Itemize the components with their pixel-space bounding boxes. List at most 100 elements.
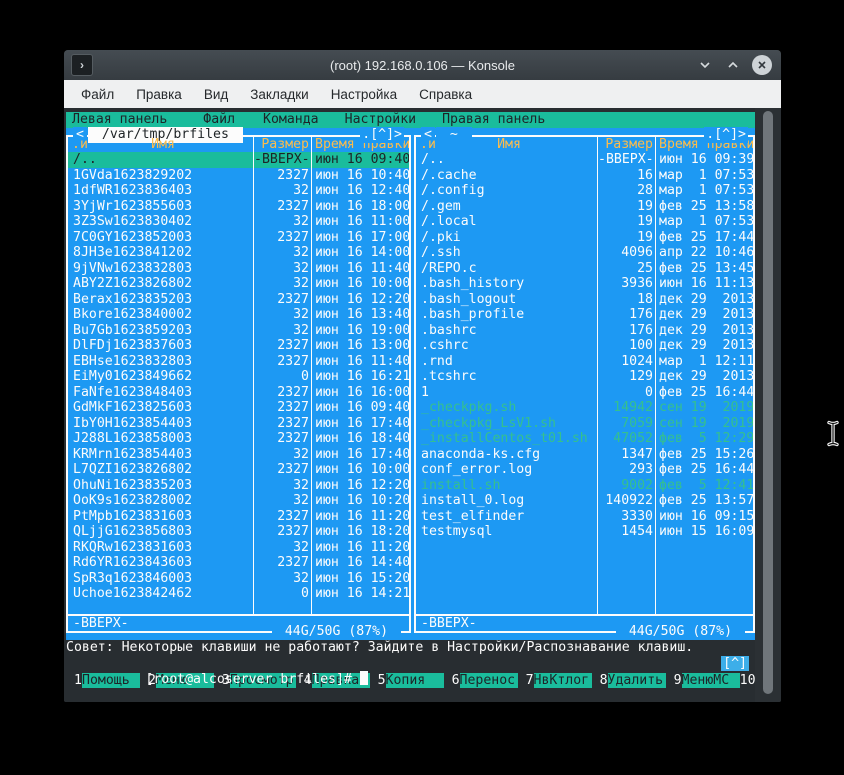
file-row[interactable]: /REPO.c25фев 25 13:45 [416,261,753,277]
file-name: .cshrc [416,338,597,354]
file-name: Rd6YR1623843603 [68,555,253,571]
scrollbar[interactable] [755,108,781,702]
file-row[interactable]: OoK9s162382800232июн 16 10:20 [68,493,409,509]
file-row[interactable]: .rnd1024мар 1 12:11 [416,354,753,370]
file-row[interactable]: J288L16238580032327июн 16 18:40 [68,431,409,447]
file-row[interactable]: Rd6YR16238436032327июн 16 14:40 [68,555,409,571]
command-line[interactable]: [root@alcoserver brfiles]# [^] [66,656,755,672]
file-row[interactable]: PtMpb16238316032327июн 16 11:20 [68,509,409,525]
scroll-up-indicator[interactable]: [^] [721,656,749,672]
file-row[interactable]: Bkore162384000232июн 16 13:40 [68,307,409,323]
function-key-9[interactable]: 9МенюМС [666,672,740,689]
function-key-8[interactable]: 8Удалить [592,672,666,689]
file-row[interactable]: .cshrc100дек 29 2013 [416,338,753,354]
file-row[interactable]: /.ssh4096апр 22 10:46 [416,245,753,261]
file-name: install_0.log [416,493,597,509]
titlebar[interactable]: › (root) 192.168.0.106 — Konsole [64,50,781,80]
file-name: Uchoe1623842462 [68,586,253,602]
file-row[interactable]: ABY2Z162382680232июн 16 10:00 [68,276,409,292]
file-row[interactable]: .bash_logout18дек 29 2013 [416,292,753,308]
file-row[interactable]: _checkpkg.sh14942сен 19 2019 [416,400,753,416]
file-row[interactable]: install_0.log140922фев 25 13:57 [416,493,753,509]
file-row[interactable]: KRMrn162385440332июн 16 17:40 [68,447,409,463]
file-row[interactable]: QLjjG16238568032327июн 16 18:20 [68,524,409,540]
panel-cd-up-icon[interactable]: .[^]> [704,127,748,143]
fkey-label: Удалить [608,673,666,689]
file-row[interactable]: _installCentos_t01.sh47052фев 5 12:29 [416,431,753,447]
column-header-name[interactable]: Имя.и [416,137,597,153]
file-row[interactable]: Berax16238352032327июн 16 12:20 [68,292,409,308]
mc-menu-item[interactable]: Настройки [345,112,416,128]
terminal[interactable]: Левая панель Файл Команда Настройки Правая п… [64,108,755,702]
function-key-5[interactable]: 5Копия [370,672,444,689]
file-row[interactable]: 3Z3Sw162383040232июн 16 11:00 [68,214,409,230]
file-row[interactable]: /.cache16мар 1 07:53 [416,168,753,184]
close-button[interactable] [752,55,772,75]
file-row[interactable]: .bash_profile176дек 29 2013 [416,307,753,323]
konsole-menu-item[interactable]: Справка [408,87,483,102]
column-header-name[interactable]: Имя.и [68,137,253,153]
file-row[interactable]: Bu7Gb162385920332июн 16 19:00 [68,323,409,339]
file-row[interactable]: /..-ВВЕРХ-июн 16 09:40 [68,152,409,168]
file-row[interactable]: EBHse16238328032327июн 16 11:40 [68,354,409,370]
file-row[interactable]: conf_error.log293фев 25 16:44 [416,462,753,478]
file-row[interactable]: .bashrc176дек 29 2013 [416,323,753,339]
file-row[interactable]: IbY0H16238544032327июн 16 17:40 [68,416,409,432]
file-mtime: июн 16 12:40 [311,183,409,199]
mc-menu-item[interactable]: Команда [263,112,319,128]
file-row[interactable]: .tcshrc129дек 29 2013 [416,369,753,385]
file-mtime: мар 1 07:53 [655,168,753,184]
file-row[interactable]: 1dfWR162383640332июн 16 12:40 [68,183,409,199]
panel-cd-up-icon[interactable]: .[^]> [360,127,404,143]
konsole-menu-item[interactable]: Вид [193,87,239,102]
file-row[interactable]: SpR3q162384600332июн 16 15:20 [68,571,409,587]
file-row[interactable]: .bash_history3936июн 16 11:13 [416,276,753,292]
file-row[interactable]: 10фев 25 16:44 [416,385,753,401]
file-row[interactable]: anaconda-ks.cfg1347фев 25 15:26 [416,447,753,463]
file-row[interactable]: /.pki19фев 25 17:44 [416,230,753,246]
file-mtime: фев 5 12:29 [655,431,753,447]
minimize-button[interactable] [696,56,714,74]
mc-menu-item[interactable]: Левая панель [72,112,167,128]
file-size: 1347 [597,447,655,463]
konsole-menu-item[interactable]: Закладки [239,87,319,102]
file-name: testmysql [416,524,597,540]
sort-marker: .и [420,137,436,153]
file-row[interactable]: GdMkF16238256032327июн 16 09:40 [68,400,409,416]
file-row[interactable]: /..-ВВЕРХ-июн 16 09:39 [416,152,753,168]
file-row[interactable]: install.sh9002фев 5 12:41 [416,478,753,494]
file-row[interactable]: OhuNi162383520332июн 16 12:20 [68,478,409,494]
file-row[interactable]: 9jVNw162383280332июн 16 11:40 [68,261,409,277]
file-row[interactable]: 8JH3e162384120232июн 16 14:00 [68,245,409,261]
file-row[interactable]: /.config28мар 1 07:53 [416,183,753,199]
function-key-7[interactable]: 7НвКтлог [518,672,592,689]
mc-menu-item[interactable]: Правая панель [442,112,545,128]
file-mtime: июн 16 13:00 [311,338,409,354]
konsole-menu-item[interactable]: Настройка [320,87,408,102]
file-row[interactable]: /.gem19фев 25 13:58 [416,199,753,215]
mc-menu-item[interactable]: Файл [203,112,235,128]
file-row[interactable]: L7QZI16238268022327июн 16 10:00 [68,462,409,478]
file-row[interactable]: 7C0GY16238520032327июн 16 17:00 [68,230,409,246]
file-size: 25 [597,261,655,277]
file-row[interactable]: RKQRw162383160332июн 16 11:20 [68,540,409,556]
file-row[interactable]: test_elfinder3330июн 16 09:15 [416,509,753,525]
file-row[interactable]: 1GVda16238292022327июн 16 10:40 [68,168,409,184]
function-key-6[interactable]: 6Перенос [444,672,518,689]
file-row[interactable]: FaNfe16238484032327июн 16 16:00 [68,385,409,401]
file-row[interactable]: Uchoe16238424620июн 16 14:21 [68,586,409,602]
file-size: -ВВЕРХ- [253,152,311,168]
fkey-number: 9 [666,673,682,689]
file-row[interactable]: _checkpkg_LsV1.sh7059сен 19 2019 [416,416,753,432]
konsole-menu-item[interactable]: Файл [70,87,125,102]
file-row[interactable]: /.local19мар 1 07:53 [416,214,753,230]
file-row[interactable]: 3YjWr16238556032327июн 16 18:00 [68,199,409,215]
file-row[interactable]: DlFDj16238376032327июн 16 13:00 [68,338,409,354]
file-row[interactable]: testmysql1454июн 15 16:09 [416,524,753,540]
scrollbar-thumb[interactable] [763,111,773,694]
file-row[interactable]: EiMy016238496620июн 16 16:21 [68,369,409,385]
file-size: 28 [597,183,655,199]
maximize-button[interactable] [724,56,742,74]
konsole-menu-item[interactable]: Правка [125,87,193,102]
filler-row [68,602,409,614]
